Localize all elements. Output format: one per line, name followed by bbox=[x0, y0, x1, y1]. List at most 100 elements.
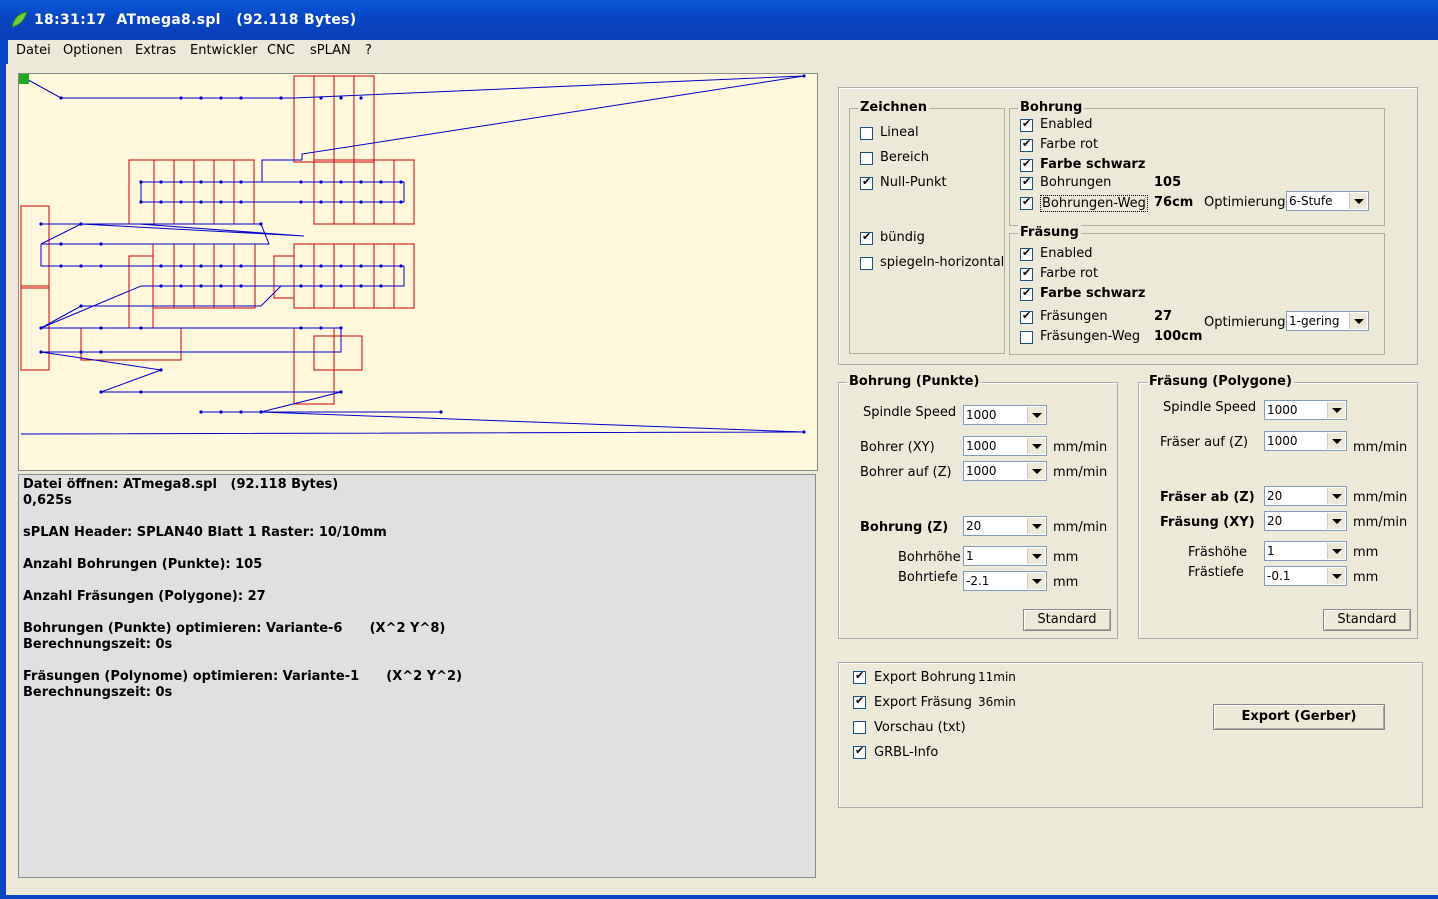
menu-splan[interactable]: sPLAN bbox=[310, 43, 351, 58]
fraesungen-checkbox[interactable] bbox=[1020, 309, 1033, 324]
chevron-down-icon[interactable] bbox=[1027, 407, 1045, 423]
title-bar: 18:31:17 ATmega8.spl (92.118 Bytes) bbox=[0, 0, 1438, 40]
unit-label: mm/min bbox=[1353, 515, 1408, 530]
fraesung-xy-value: 20 bbox=[1267, 514, 1283, 528]
fraeser-ab-value: 20 bbox=[1267, 489, 1283, 503]
bohrung-spindle-speed-select[interactable]: 1000 bbox=[963, 405, 1047, 425]
bohrung-farbe-schwarz-checkbox[interactable] bbox=[1020, 157, 1033, 172]
fraesung-title: Fräsung bbox=[1018, 225, 1081, 240]
unit-label: mm bbox=[1353, 570, 1379, 585]
export-fraesung-time: 36min bbox=[978, 695, 1016, 709]
chevron-down-icon[interactable] bbox=[1327, 488, 1345, 504]
menu-datei[interactable]: Datei bbox=[16, 43, 51, 58]
spiegeln-checkbox[interactable] bbox=[860, 257, 873, 270]
fraesung-optimierung-value: 1-gering bbox=[1289, 314, 1340, 328]
fraestiefe-label: Frästiefe bbox=[1188, 565, 1244, 580]
fraesung-optimierung-select[interactable]: 1-gering bbox=[1286, 311, 1369, 331]
menu-extras[interactable]: Extras bbox=[135, 43, 176, 58]
vorschau-checkbox[interactable] bbox=[853, 721, 866, 734]
spindle-speed-label: Spindle Speed bbox=[1163, 400, 1257, 415]
fraesung-spindle-speed-value: 1000 bbox=[1267, 403, 1298, 417]
unit-label: mm bbox=[1053, 550, 1079, 565]
fraesungen-weg-checkbox[interactable] bbox=[1020, 331, 1033, 344]
log-line: Datei öffnen: ATmega8.spl (92.118 Bytes) bbox=[23, 477, 339, 492]
zeichnen-title: Zeichnen bbox=[858, 100, 929, 115]
bohrhoehe-select[interactable]: 1 bbox=[963, 546, 1047, 566]
chevron-down-icon[interactable] bbox=[1027, 548, 1045, 564]
bohrung-group: Bohrung Enabled Farbe rot Farbe schwarz … bbox=[1009, 100, 1385, 226]
bohrung-z-label: Bohrung (Z) bbox=[860, 520, 949, 535]
chevron-down-icon[interactable] bbox=[1327, 513, 1345, 529]
bohrung-enabled-label: Enabled bbox=[1040, 117, 1093, 132]
fraeser-auf-label: Fräser auf (Z) bbox=[1160, 435, 1249, 450]
bohrung-optimierung-value: 6-Stufe bbox=[1289, 194, 1333, 208]
fraeser-ab-select[interactable]: 20 bbox=[1264, 486, 1347, 506]
log-line: Berechnungszeit: 0s bbox=[23, 685, 173, 700]
pcb-preview-canvas[interactable] bbox=[18, 73, 818, 471]
log-line: Bohrungen (Punkte) optimieren: Variante-… bbox=[23, 621, 446, 636]
fraestiefe-select[interactable]: -0.1 bbox=[1264, 566, 1347, 586]
fraeser-auf-select[interactable]: 1000 bbox=[1264, 431, 1347, 451]
export-panel: Export Bohrung 11min Export Fräsung 36mi… bbox=[838, 662, 1423, 808]
bohrer-z-select[interactable]: 1000 bbox=[963, 461, 1047, 481]
window-frame-bottom bbox=[0, 895, 1438, 899]
chevron-down-icon[interactable] bbox=[1327, 433, 1345, 449]
export-bohrung-time: 11min bbox=[978, 670, 1016, 684]
chevron-down-icon[interactable] bbox=[1027, 518, 1045, 534]
grbl-info-checkbox[interactable] bbox=[853, 744, 866, 759]
bohrtiefe-value: -2.1 bbox=[966, 574, 990, 588]
milling-outlines bbox=[20, 75, 415, 405]
export-gerber-button[interactable]: Export (Gerber) bbox=[1213, 704, 1385, 730]
buendig-checkbox[interactable] bbox=[860, 230, 873, 245]
unit-label: mm/min bbox=[1053, 465, 1108, 480]
bohrer-xy-select[interactable]: 1000 bbox=[963, 436, 1047, 456]
bohrtiefe-select[interactable]: -2.1 bbox=[963, 571, 1047, 591]
fraesung-farbe-rot-checkbox[interactable] bbox=[1020, 266, 1033, 281]
bohrung-z-select[interactable]: 20 bbox=[963, 516, 1047, 536]
fraesung-enabled-label: Enabled bbox=[1040, 246, 1093, 261]
chevron-down-icon[interactable] bbox=[1327, 402, 1345, 418]
fraesung-xy-select[interactable]: 20 bbox=[1264, 511, 1347, 531]
export-bohrung-checkbox[interactable] bbox=[853, 669, 866, 684]
bohrung-farbe-rot-label: Farbe rot bbox=[1040, 137, 1099, 152]
menu-cnc[interactable]: CNC bbox=[267, 43, 295, 58]
bohrungen-weg-checkbox[interactable] bbox=[1020, 195, 1033, 210]
fraesung-farbe-schwarz-checkbox[interactable] bbox=[1020, 286, 1033, 301]
bohrer-xy-label: Bohrer (XY) bbox=[860, 440, 935, 455]
null-punkt-checkbox[interactable] bbox=[860, 175, 873, 190]
chevron-down-icon[interactable] bbox=[1027, 573, 1045, 589]
bohrungen-weg-value: 76cm bbox=[1154, 195, 1194, 210]
bereich-checkbox[interactable] bbox=[860, 152, 873, 165]
chevron-down-icon[interactable] bbox=[1349, 193, 1367, 209]
bohrungen-weg-label: Bohrungen-Weg bbox=[1040, 195, 1148, 212]
bohrung-standard-button[interactable]: Standard bbox=[1023, 609, 1111, 631]
window-frame-left bbox=[0, 40, 6, 899]
unit-label: mm/min bbox=[1053, 520, 1108, 535]
bohrung-optimierung-select[interactable]: 6-Stufe bbox=[1286, 191, 1369, 211]
lineal-checkbox[interactable] bbox=[860, 127, 873, 140]
fraeshoehe-select[interactable]: 1 bbox=[1264, 541, 1347, 561]
bohrung-farbe-rot-checkbox[interactable] bbox=[1020, 137, 1033, 152]
fraesung-spindle-speed-select[interactable]: 1000 bbox=[1264, 400, 1347, 420]
menu-help[interactable]: ? bbox=[365, 43, 372, 58]
bohrung-punkte-title: Bohrung (Punkte) bbox=[847, 374, 982, 389]
menu-entwickler[interactable]: Entwickler bbox=[190, 43, 257, 58]
fraeser-ab-label: Fräser ab (Z) bbox=[1160, 490, 1255, 505]
fraesung-farbe-schwarz-label: Farbe schwarz bbox=[1040, 286, 1146, 301]
fraesung-standard-button[interactable]: Standard bbox=[1323, 609, 1411, 631]
export-fraesung-checkbox[interactable] bbox=[853, 694, 866, 709]
chevron-down-icon[interactable] bbox=[1027, 463, 1045, 479]
fraeser-auf-value: 1000 bbox=[1267, 434, 1298, 448]
bohrer-z-value: 1000 bbox=[966, 464, 997, 478]
unit-label: mm bbox=[1353, 545, 1379, 560]
fraesung-enabled-checkbox[interactable] bbox=[1020, 246, 1033, 261]
chevron-down-icon[interactable] bbox=[1327, 568, 1345, 584]
chevron-down-icon[interactable] bbox=[1349, 313, 1367, 329]
chevron-down-icon[interactable] bbox=[1327, 543, 1345, 559]
log-line: Anzahl Bohrungen (Punkte): 105 bbox=[23, 557, 263, 572]
menu-optionen[interactable]: Optionen bbox=[63, 43, 123, 58]
bohrungen-checkbox[interactable] bbox=[1020, 175, 1033, 190]
pcb-drawing bbox=[19, 74, 806, 435]
chevron-down-icon[interactable] bbox=[1027, 438, 1045, 454]
bohrung-enabled-checkbox[interactable] bbox=[1020, 117, 1033, 132]
